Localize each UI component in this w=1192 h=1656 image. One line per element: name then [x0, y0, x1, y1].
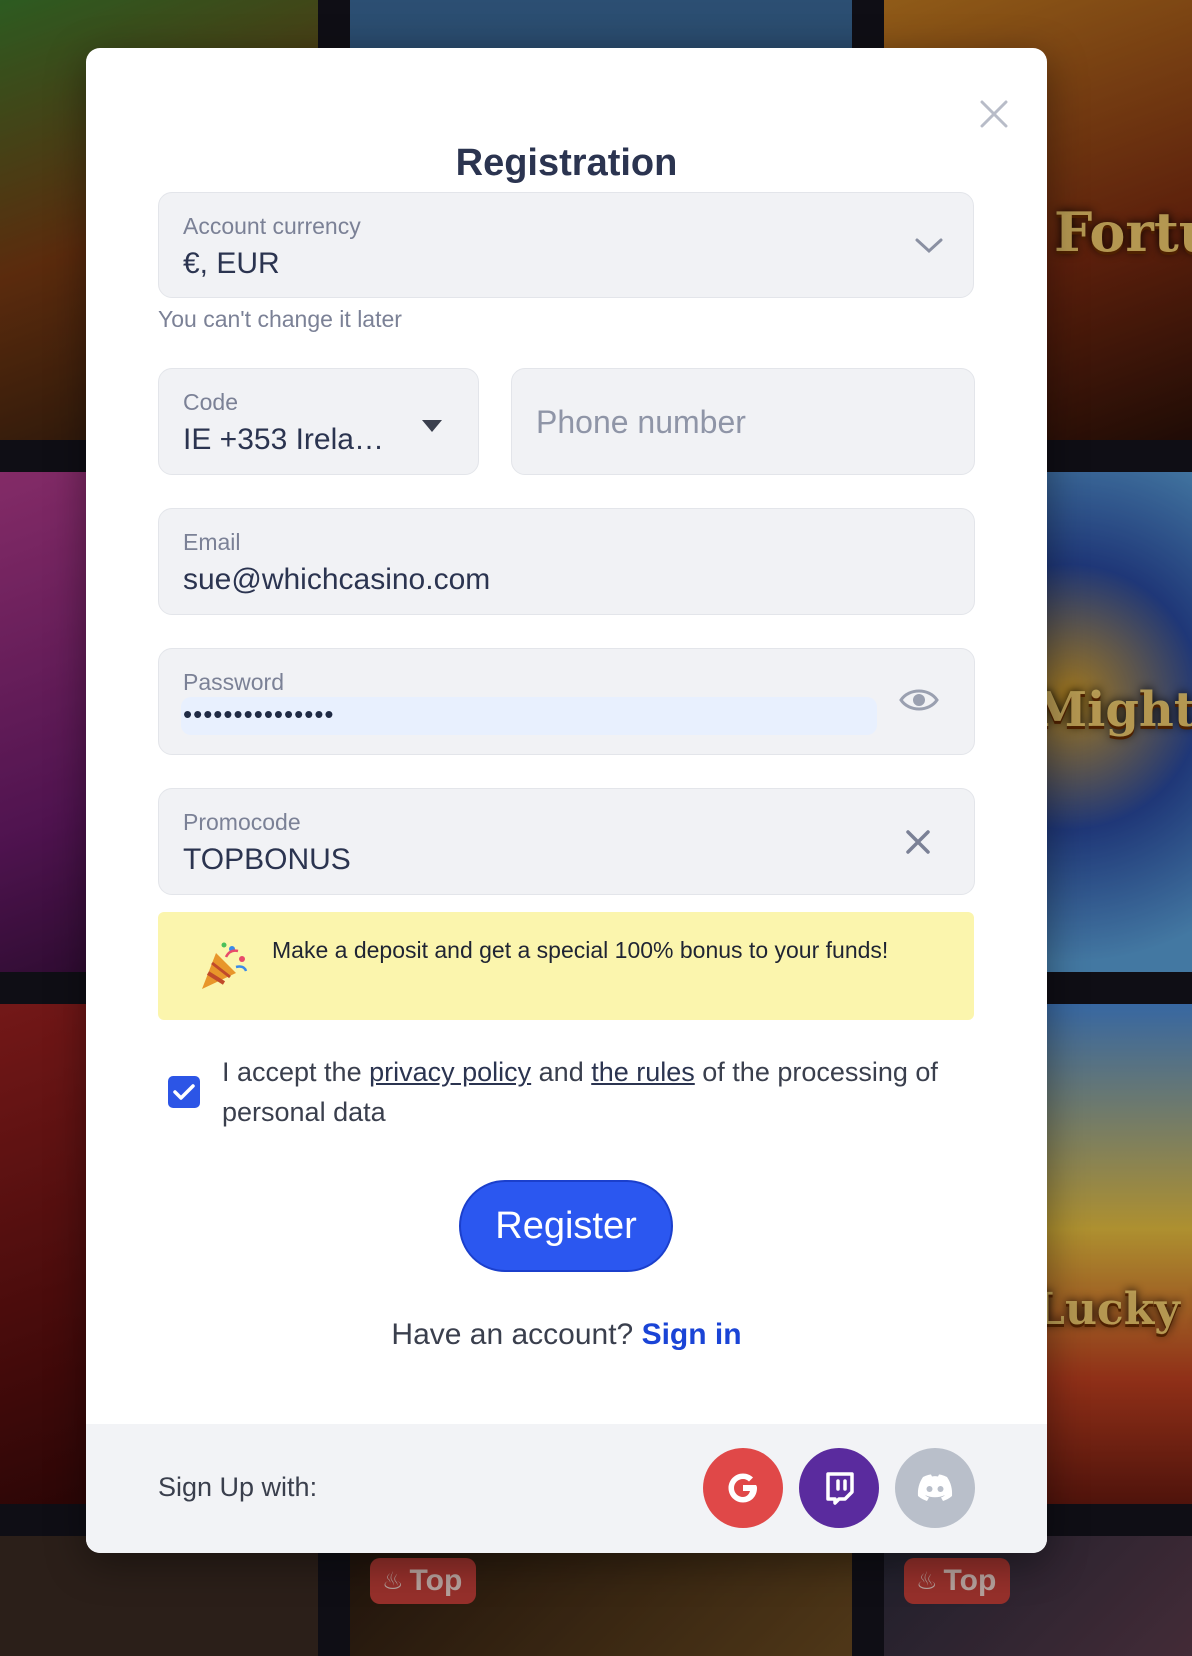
email-field[interactable]: Email sue@whichcasino.com — [158, 508, 975, 615]
password-value: ••••••••••••••• — [183, 699, 335, 729]
chevron-down-icon — [915, 238, 943, 254]
google-icon — [728, 1473, 757, 1503]
promocode-value: TOPBONUS — [183, 843, 351, 876]
promocode-label: Promocode — [183, 809, 301, 835]
clear-promocode-button[interactable] — [903, 827, 933, 857]
currency-label: Account currency — [183, 213, 361, 239]
phone-number-placeholder: Phone number — [536, 404, 746, 440]
currency-value: €, EUR — [183, 247, 280, 280]
promo-banner: Make a deposit and get a special 100% bo… — [158, 912, 974, 1020]
promo-text: Make a deposit and get a special 100% bo… — [272, 937, 889, 963]
email-label: Email — [183, 529, 241, 555]
eye-icon — [899, 689, 939, 711]
close-button[interactable] — [974, 94, 1014, 134]
currency-select[interactable]: Account currency €, EUR — [158, 192, 974, 298]
password-label: Password — [183, 669, 284, 695]
close-icon — [906, 830, 930, 854]
register-button[interactable]: Register — [459, 1180, 673, 1272]
signup-with-label: Sign Up with: — [158, 1472, 318, 1502]
phone-number-field[interactable]: Phone number — [511, 368, 975, 475]
phone-code-value: IE +353 Irela… — [183, 423, 384, 456]
google-signup-button[interactable] — [703, 1448, 783, 1528]
caret-down-icon — [422, 420, 442, 432]
consent-text: I accept the privacy policy and the rule… — [222, 1057, 938, 1127]
email-value: sue@whichcasino.com — [183, 563, 491, 596]
phone-code-label: Code — [183, 389, 238, 415]
close-icon — [980, 100, 1008, 128]
phone-code-select[interactable]: Code IE +353 Irela… — [158, 368, 479, 475]
consent-checkbox[interactable] — [168, 1076, 200, 1108]
sign-in-link[interactable]: Sign in — [642, 1318, 742, 1351]
modal-title: Registration — [455, 142, 678, 184]
currency-hint: You can't change it later — [158, 306, 402, 332]
social-signup-footer: Sign Up with: — [86, 1424, 1047, 1553]
party-popper-icon — [202, 942, 248, 989]
promocode-field[interactable]: Promocode TOPBONUS — [158, 788, 975, 895]
have-account-prompt: Have an account? Sign in — [391, 1318, 742, 1351]
password-field[interactable]: Password ••••••••••••••• — [158, 648, 975, 755]
rules-link[interactable]: the rules — [591, 1057, 695, 1087]
twitch-icon — [826, 1472, 854, 1505]
discord-icon — [917, 1474, 953, 1501]
twitch-signup-button[interactable] — [799, 1448, 879, 1528]
privacy-policy-link[interactable]: privacy policy — [369, 1057, 531, 1087]
toggle-password-visibility[interactable] — [899, 685, 939, 715]
discord-signup-button[interactable] — [895, 1448, 975, 1528]
checkmark-icon — [173, 1084, 195, 1100]
